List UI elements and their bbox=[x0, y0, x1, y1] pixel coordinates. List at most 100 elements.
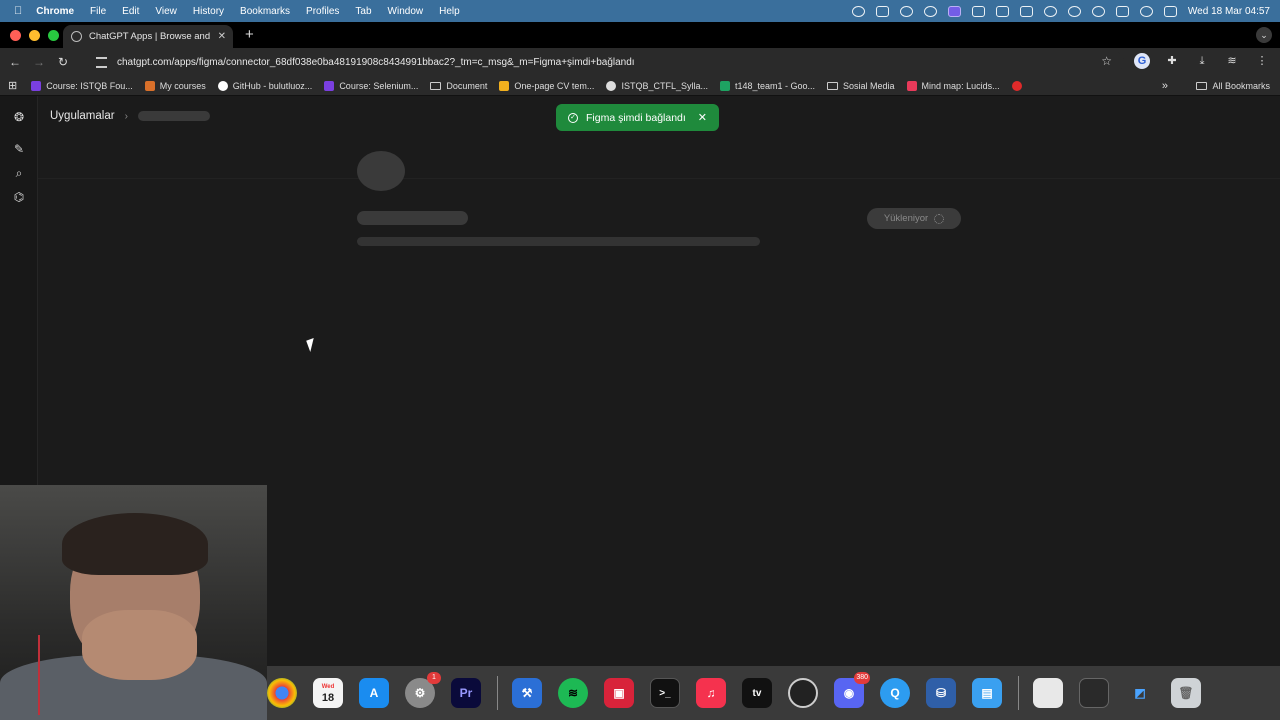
bookmark-folder[interactable]: Document bbox=[430, 81, 487, 91]
premiere-pro-dock-icon[interactable]: Pr bbox=[451, 678, 481, 708]
battery-icon[interactable] bbox=[1115, 5, 1129, 17]
apple-menu-icon[interactable]:  bbox=[14, 5, 22, 17]
bookmark-folder[interactable]: Sosial Media bbox=[827, 81, 895, 91]
menu-view[interactable]: View bbox=[155, 6, 177, 17]
downloads-icon[interactable]: ⤓ bbox=[1194, 53, 1210, 69]
menu-clock[interactable]: Wed 18 Mar 04:57 bbox=[1188, 6, 1270, 17]
xcode-dock-icon[interactable]: ⚒ bbox=[512, 678, 542, 708]
pen-icon[interactable] bbox=[875, 5, 889, 17]
bookmark-item[interactable]: GitHub - bulutluoz... bbox=[217, 80, 312, 91]
youtube-icon bbox=[1011, 80, 1022, 91]
close-tab-icon[interactable]: ✕ bbox=[218, 31, 226, 42]
calendar-dock-icon[interactable]: Wed 18 bbox=[313, 678, 343, 708]
app-title-skeleton bbox=[357, 211, 468, 225]
google-translate-extension-icon[interactable]: G bbox=[1134, 53, 1150, 69]
search-icon[interactable]: ⌕ bbox=[12, 166, 26, 180]
breadcrumb: Uygulamalar › bbox=[50, 110, 210, 122]
bookmark-favicon-icon bbox=[324, 80, 335, 91]
sync-icon[interactable] bbox=[899, 5, 913, 17]
reload-button[interactable]: ↻ bbox=[54, 55, 72, 69]
loading-button[interactable]: Yükleniyor bbox=[867, 208, 961, 229]
menu-help[interactable]: Help bbox=[439, 6, 460, 17]
bookmark-item[interactable]: ISTQB_CTFL_Sylla... bbox=[606, 80, 708, 91]
close-window-button[interactable] bbox=[10, 30, 21, 41]
menu-file[interactable]: File bbox=[90, 6, 106, 17]
breadcrumb-apps-link[interactable]: Uygulamalar bbox=[50, 110, 115, 122]
bookmark-item[interactable] bbox=[1011, 80, 1027, 91]
chrome-dock-icon[interactable] bbox=[267, 678, 297, 708]
close-toast-icon[interactable]: ✕ bbox=[698, 111, 707, 124]
more-bookmarks-chevron-icon[interactable]: » bbox=[1162, 80, 1168, 92]
customize-chrome-icon[interactable]: ≋ bbox=[1224, 53, 1240, 69]
apps-grid-icon[interactable]: ⊞ bbox=[8, 79, 17, 92]
header-divider bbox=[38, 178, 1280, 179]
menu-extras: Wed 18 Mar 04:57 bbox=[851, 0, 1270, 22]
window-thumbnail-dock-icon[interactable]: ◩ bbox=[1125, 678, 1155, 708]
bookmark-item[interactable]: Course: ISTQB Fou... bbox=[31, 80, 133, 91]
app-menu-chrome[interactable]: Chrome bbox=[36, 6, 74, 17]
finder-window-dock-icon[interactable]: ▤ bbox=[972, 678, 1002, 708]
forward-button[interactable]: → bbox=[30, 55, 48, 69]
back-button[interactable]: ← bbox=[6, 55, 24, 69]
notion-icon[interactable] bbox=[971, 5, 985, 17]
menu-history[interactable]: History bbox=[193, 6, 224, 17]
bookmark-favicon-icon bbox=[31, 80, 42, 91]
camera-icon[interactable] bbox=[995, 5, 1009, 17]
music-dock-icon[interactable]: ♫ bbox=[696, 678, 726, 708]
webcam-earphone-cord bbox=[38, 635, 52, 715]
webcam-overlay bbox=[0, 485, 267, 720]
quicktime-dock-icon[interactable]: Q bbox=[880, 678, 910, 708]
screen-recorder-dock-icon[interactable]: ▣ bbox=[604, 678, 634, 708]
openai-logo-icon[interactable]: ❂ bbox=[12, 110, 26, 124]
site-info-icon[interactable] bbox=[96, 56, 107, 68]
microsoft-icon bbox=[499, 80, 510, 91]
wifi-icon[interactable] bbox=[1091, 5, 1105, 17]
document-thumbnail-dock-icon[interactable] bbox=[1033, 678, 1063, 708]
obs-dock-icon[interactable] bbox=[788, 678, 818, 708]
app-store-dock-icon[interactable]: A bbox=[359, 678, 389, 708]
tab-search-button[interactable]: ⌄ bbox=[1256, 27, 1272, 43]
bookmark-item[interactable]: Mind map: Lucids... bbox=[906, 80, 1000, 91]
bookmark-item[interactable]: Course: Selenium... bbox=[324, 80, 418, 91]
input-source-icon[interactable] bbox=[1067, 5, 1081, 17]
menu-tab[interactable]: Tab bbox=[355, 6, 371, 17]
minimize-window-button[interactable] bbox=[29, 30, 40, 41]
calendar-day: 18 bbox=[321, 692, 335, 704]
bookmark-star-icon[interactable]: ☆ bbox=[1101, 54, 1112, 68]
trash-dock-icon[interactable]: 🗑 bbox=[1171, 678, 1201, 708]
screenshot-thumbnail-dock-icon[interactable] bbox=[1079, 678, 1109, 708]
zoom-window-button[interactable] bbox=[48, 30, 59, 41]
spotify-dock-icon[interactable]: ≋ bbox=[558, 678, 588, 708]
system-settings-dock-icon[interactable]: ⚙ 1 bbox=[405, 672, 441, 708]
all-bookmarks-folder[interactable]: All Bookmarks bbox=[1196, 81, 1270, 91]
new-chat-pencil-icon[interactable]: ✎ bbox=[12, 142, 26, 156]
apps-icon[interactable]: ⌬ bbox=[12, 190, 26, 204]
spotlight-search-icon[interactable] bbox=[1139, 5, 1153, 17]
url-text[interactable]: chatgpt.com/apps/figma/connector_68df038… bbox=[117, 57, 635, 68]
bookmark-item[interactable]: One-page CV tem... bbox=[499, 80, 594, 91]
chrome-menu-icon[interactable]: ⋮ bbox=[1254, 53, 1270, 69]
menu-profiles[interactable]: Profiles bbox=[306, 6, 339, 17]
bookmark-item[interactable]: t148_team1 - Goo... bbox=[719, 80, 815, 91]
terminal-dock-icon[interactable]: >_ bbox=[650, 678, 680, 708]
control-center-icon[interactable] bbox=[1163, 5, 1177, 17]
menu-bookmarks[interactable]: Bookmarks bbox=[240, 6, 290, 17]
menu-edit[interactable]: Edit bbox=[122, 6, 139, 17]
address-bar[interactable]: chatgpt.com/apps/figma/connector_68df038… bbox=[88, 51, 1124, 73]
extensions-puzzle-icon[interactable]: ✚ bbox=[1164, 53, 1180, 69]
record-status-icon[interactable] bbox=[851, 5, 865, 17]
browser-tab-strip: ChatGPT Apps | Browse and ✕ + ⌄ bbox=[0, 22, 1280, 48]
new-tab-button[interactable]: + bbox=[245, 26, 254, 43]
play-icon[interactable] bbox=[1043, 5, 1057, 17]
connected-toast: ✓ Figma şimdi bağlandı ✕ bbox=[556, 104, 720, 131]
tab-title: ChatGPT Apps | Browse and bbox=[89, 31, 211, 42]
tree-icon[interactable] bbox=[1019, 5, 1033, 17]
network-icon[interactable] bbox=[923, 5, 937, 17]
discord-dock-icon[interactable]: ◉ 380 bbox=[834, 672, 870, 708]
bookmark-item[interactable]: My courses bbox=[144, 80, 206, 91]
tab-chatgpt-apps[interactable]: ChatGPT Apps | Browse and ✕ bbox=[63, 25, 233, 48]
disk-utility-dock-icon[interactable]: ⛁ bbox=[926, 678, 956, 708]
apple-tv-dock-icon[interactable]: tv bbox=[742, 678, 772, 708]
screen-share-icon[interactable] bbox=[947, 5, 961, 17]
menu-window[interactable]: Window bbox=[388, 6, 424, 17]
